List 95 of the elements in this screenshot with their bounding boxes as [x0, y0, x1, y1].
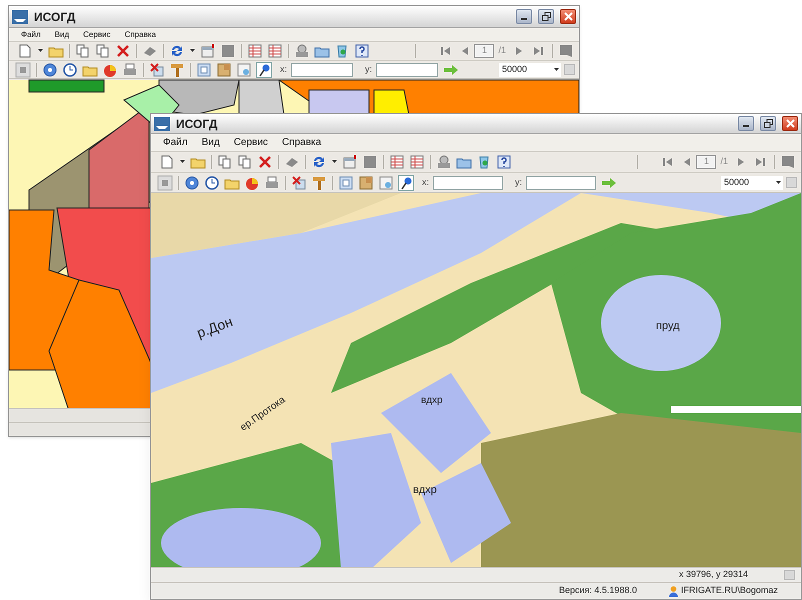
- previous-page-icon[interactable]: [683, 157, 692, 167]
- globe-icon[interactable]: [42, 62, 58, 78]
- image-icon[interactable]: [358, 174, 374, 190]
- map-label: вдхр: [421, 395, 443, 406]
- stop-icon[interactable]: [157, 174, 173, 190]
- help-icon[interactable]: [496, 154, 512, 170]
- first-page-icon[interactable]: [441, 46, 452, 56]
- printer-icon[interactable]: [122, 62, 138, 78]
- app-icon[interactable]: [154, 116, 170, 130]
- table-icon[interactable]: [389, 154, 405, 170]
- y-coordinate-field[interactable]: [526, 176, 596, 190]
- image-icon[interactable]: [216, 62, 232, 78]
- delete-layer-icon[interactable]: [291, 174, 307, 190]
- page-count: /1: [720, 155, 728, 168]
- stop-icon[interactable]: [15, 62, 31, 78]
- refresh-icon[interactable]: [311, 154, 327, 170]
- menu-item[interactable]: Файл: [163, 135, 188, 150]
- minimize-icon: [743, 125, 749, 127]
- first-page-icon[interactable]: [663, 157, 674, 167]
- previous-page-icon[interactable]: [461, 46, 470, 56]
- restore-icon: [542, 12, 550, 21]
- copy-icon[interactable]: [217, 154, 233, 170]
- last-page-icon[interactable]: [755, 157, 765, 167]
- restore-button[interactable]: [538, 9, 554, 24]
- delete-icon[interactable]: [115, 43, 131, 59]
- map-label: вдхр: [413, 484, 437, 496]
- close-icon: [786, 119, 794, 128]
- caret-icon: [554, 68, 559, 71]
- window-icon[interactable]: [200, 43, 216, 59]
- clock-icon[interactable]: [204, 174, 220, 190]
- copy-icon[interactable]: [95, 43, 111, 59]
- square-icon[interactable]: [782, 156, 794, 168]
- minimize-button[interactable]: [738, 116, 754, 131]
- menu-item[interactable]: Вид: [202, 135, 220, 150]
- printer-icon[interactable]: [436, 154, 452, 170]
- pin-icon[interactable]: [398, 174, 414, 190]
- version-text: Версия: 4.5.1988.0: [559, 584, 638, 598]
- x-label: x:: [280, 62, 288, 76]
- new-document-icon[interactable]: [159, 154, 175, 170]
- table-icon[interactable]: [267, 43, 283, 59]
- menu-item[interactable]: Файл: [21, 28, 41, 40]
- close-icon: [564, 12, 572, 21]
- scale-dropdown[interactable]: 50000: [721, 176, 783, 190]
- table-icon[interactable]: [247, 43, 263, 59]
- y-label: y:: [515, 176, 522, 189]
- copy-icon[interactable]: [75, 43, 91, 59]
- next-page-icon[interactable]: [515, 46, 523, 56]
- delete-layer-icon[interactable]: [149, 62, 165, 78]
- x-coordinate-field[interactable]: [291, 62, 354, 76]
- menu-item[interactable]: Справка: [124, 28, 156, 40]
- delete-icon[interactable]: [257, 154, 273, 170]
- window-title: ИСОГД: [176, 116, 218, 132]
- square-icon[interactable]: [560, 45, 572, 57]
- copy-icon[interactable]: [237, 154, 253, 170]
- next-page-icon[interactable]: [737, 157, 745, 167]
- app-icon[interactable]: [12, 10, 28, 24]
- close-button[interactable]: [560, 9, 576, 24]
- printer-icon[interactable]: [264, 174, 280, 190]
- square-icon[interactable]: [362, 154, 378, 170]
- table-icon[interactable]: [409, 154, 425, 170]
- y-coordinate-field[interactable]: [376, 62, 438, 76]
- restore-button[interactable]: [760, 116, 776, 131]
- y-label: y:: [365, 62, 372, 76]
- minimize-button[interactable]: [516, 9, 532, 24]
- hammer-icon[interactable]: [311, 174, 327, 190]
- user-name: IFRIGATE.RU\Bogomaz: [681, 584, 778, 598]
- clock-icon[interactable]: [62, 62, 78, 78]
- image-icon[interactable]: [196, 62, 212, 78]
- new-document-icon[interactable]: [17, 43, 33, 59]
- image-icon[interactable]: [338, 174, 354, 190]
- map-label: пруд: [656, 320, 680, 332]
- help-icon[interactable]: [354, 43, 370, 59]
- menu-item[interactable]: Справка: [282, 135, 322, 150]
- window-icon[interactable]: [342, 154, 358, 170]
- page-count: /1: [498, 44, 506, 58]
- cursor-coordinates: x 39796, y 29314: [678, 568, 748, 582]
- scale-dropdown[interactable]: 50000: [499, 62, 561, 76]
- last-page-icon[interactable]: [533, 46, 543, 56]
- refresh-icon[interactable]: [169, 43, 185, 59]
- map-label: р.Дон: [194, 313, 235, 341]
- window-title: ИСОГД: [34, 8, 76, 26]
- menu-item[interactable]: Сервис: [83, 28, 111, 40]
- x-label: x:: [422, 176, 430, 189]
- pin-icon[interactable]: [256, 62, 272, 78]
- menu-item[interactable]: Сервис: [234, 135, 268, 150]
- x-coordinate-field[interactable]: [433, 176, 504, 190]
- minimize-icon: [521, 18, 527, 20]
- menu-item[interactable]: Вид: [54, 28, 70, 40]
- square-icon[interactable]: [220, 43, 236, 59]
- caret-icon: [776, 181, 781, 184]
- printer-icon[interactable]: [294, 43, 310, 59]
- restore-icon: [764, 119, 772, 128]
- globe-icon[interactable]: [184, 174, 200, 190]
- close-button[interactable]: [782, 116, 798, 131]
- user-icon: [669, 586, 678, 596]
